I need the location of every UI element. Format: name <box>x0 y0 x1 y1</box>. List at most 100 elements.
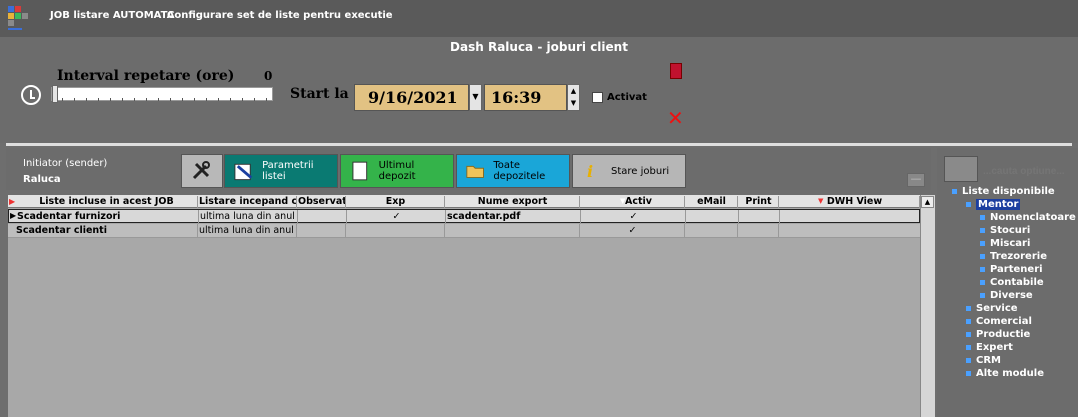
divider <box>6 143 1072 146</box>
start-label: Start la <box>290 86 349 102</box>
tree-label: Alte module <box>976 368 1044 379</box>
tools-icon <box>192 161 210 180</box>
table-row[interactable]: ▶ Scadentar furnizori ultima luna din an… <box>8 209 920 224</box>
cell-obs <box>298 224 346 238</box>
tree-item[interactable]: Comercial <box>966 316 1032 327</box>
toate-depozitele-button[interactable]: Toate depozitele <box>456 154 570 188</box>
col-header[interactable]: Liste incluse in acest JOB <box>16 196 198 208</box>
tree-item[interactable]: Nomenclatoare <box>980 212 1076 223</box>
cell-listare: ultima luna din anul cure <box>199 224 297 238</box>
interval-slider[interactable] <box>51 87 273 101</box>
sort-arrow-icon: ▼ <box>818 197 824 205</box>
cell-name: Scadentar clienti <box>16 224 198 238</box>
cell-export <box>446 224 580 238</box>
cell-email <box>687 210 739 224</box>
tree-label: CRM <box>976 355 1001 366</box>
tree-item[interactable]: Trezorerie <box>980 251 1047 262</box>
interval-label: Interval repetare (ore) <box>57 68 235 84</box>
cell-listare: ultima luna din anul cure <box>200 210 298 224</box>
tree-item-root[interactable]: Liste disponibile <box>952 186 1055 197</box>
header-marker-icon: ▶ <box>9 197 16 206</box>
slider-thumb[interactable] <box>52 85 58 103</box>
clock-icon <box>21 85 41 105</box>
cell-dwh <box>780 224 918 238</box>
app-logo-icon <box>8 6 28 30</box>
edit-icon <box>234 163 253 181</box>
vertical-scrollbar[interactable] <box>920 195 935 417</box>
tree-item[interactable]: Alte module <box>966 368 1044 379</box>
parametrii-listei-button[interactable]: Parametrii listei <box>224 154 338 188</box>
col-header[interactable]: eMail <box>686 196 738 208</box>
dash-title: Dash Raluca - joburi client <box>450 40 628 54</box>
tree-item[interactable]: Parteneri <box>980 264 1043 275</box>
row-pointer-icon: ▶ <box>10 211 17 220</box>
exit-door-icon[interactable] <box>670 63 682 79</box>
tree-label: Parteneri <box>990 264 1043 275</box>
table-row[interactable]: Scadentar clienti ultima luna din anul c… <box>8 224 920 238</box>
tree-item[interactable]: CRM <box>966 355 1001 366</box>
toate-depozitele-label: Toate depozitele <box>493 160 546 182</box>
cell-email <box>686 224 738 238</box>
ultimul-depozit-label: Ultimul depozit <box>378 160 416 182</box>
close-icon[interactable]: ✕ <box>667 108 684 128</box>
date-dropdown-button[interactable]: ▼ <box>469 84 482 111</box>
cell-exp: ✓ <box>348 210 446 224</box>
collapse-button[interactable]: — <box>907 173 925 187</box>
tree-item[interactable]: Productie <box>966 329 1030 340</box>
tree-label: Stocuri <box>990 225 1031 236</box>
col-header[interactable]: Observatii <box>298 196 346 208</box>
tree-label: Nomenclatoare <box>990 212 1076 223</box>
col-header[interactable]: Exp <box>347 196 445 208</box>
tree-label: Trezorerie <box>990 251 1047 262</box>
tree-label: Diverse <box>990 290 1033 301</box>
cell-activ: ✓ <box>582 210 686 224</box>
tree-item[interactable]: Stocuri <box>980 225 1030 236</box>
document-icon <box>352 161 368 181</box>
cell-print <box>739 224 779 238</box>
tree-label: Service <box>976 303 1018 314</box>
search-button[interactable] <box>944 156 978 182</box>
time-spinner[interactable]: ▲ ▼ <box>567 84 580 111</box>
stare-joburi-button[interactable]: i Stare joburi <box>572 154 686 188</box>
info-icon: i <box>587 162 593 181</box>
tree-label: Comercial <box>976 316 1032 327</box>
tree-label: Contabile <box>990 277 1044 288</box>
col-header[interactable]: Nume export <box>446 196 580 208</box>
scroll-up-button[interactable]: ▲ <box>921 196 934 208</box>
svg-text:i: i <box>587 162 593 181</box>
tree-item[interactable]: Expert <box>966 342 1013 353</box>
tree-item[interactable]: Service <box>966 303 1018 314</box>
cell-name: Scadentar furnizori <box>17 210 199 224</box>
col-header[interactable]: DWH View <box>780 196 920 208</box>
start-time-field[interactable]: 16:39 <box>484 84 567 111</box>
initiator-label: Initiator (sender) <box>23 158 108 169</box>
tree-label: Expert <box>976 342 1013 353</box>
parametrii-listei-label: Parametrii listei <box>262 160 314 182</box>
interval-value: 0 <box>264 69 273 83</box>
tree-label: Liste disponibile <box>962 186 1055 197</box>
cell-obs <box>299 210 347 224</box>
ultimul-depozit-button[interactable]: Ultimul depozit <box>340 154 454 188</box>
cell-print <box>740 210 780 224</box>
initiator-value: Raluca <box>23 174 61 185</box>
start-date-field[interactable]: 9/16/2021 <box>354 84 469 111</box>
window-subtitle: Configurare set de liste pentru executie <box>167 10 393 21</box>
tree-label: Productie <box>976 329 1031 340</box>
cell-dwh <box>781 210 919 224</box>
tree-item[interactable]: Contabile <box>980 277 1044 288</box>
stare-joburi-label: Stare joburi <box>611 165 670 177</box>
col-header[interactable]: Activ <box>581 196 685 208</box>
tree-item-mentor[interactable]: Mentor <box>966 199 1021 210</box>
cell-activ: ✓ <box>581 224 685 238</box>
col-header[interactable]: Print <box>739 196 779 208</box>
search-input[interactable] <box>980 156 1072 182</box>
tree-item[interactable]: Diverse <box>980 290 1033 301</box>
cell-export: scadentar.pdf <box>447 210 581 224</box>
tools-button[interactable] <box>181 154 223 188</box>
tree-label: Mentor <box>976 199 1021 210</box>
sort-arrow-icon: ▼ <box>620 197 626 205</box>
col-header[interactable]: Listare incepand cu <box>199 196 297 208</box>
activ-checkbox[interactable] <box>592 92 603 103</box>
tree-item[interactable]: Miscari <box>980 238 1030 249</box>
app-title: JOB listare AUTOMATA <box>50 10 175 21</box>
